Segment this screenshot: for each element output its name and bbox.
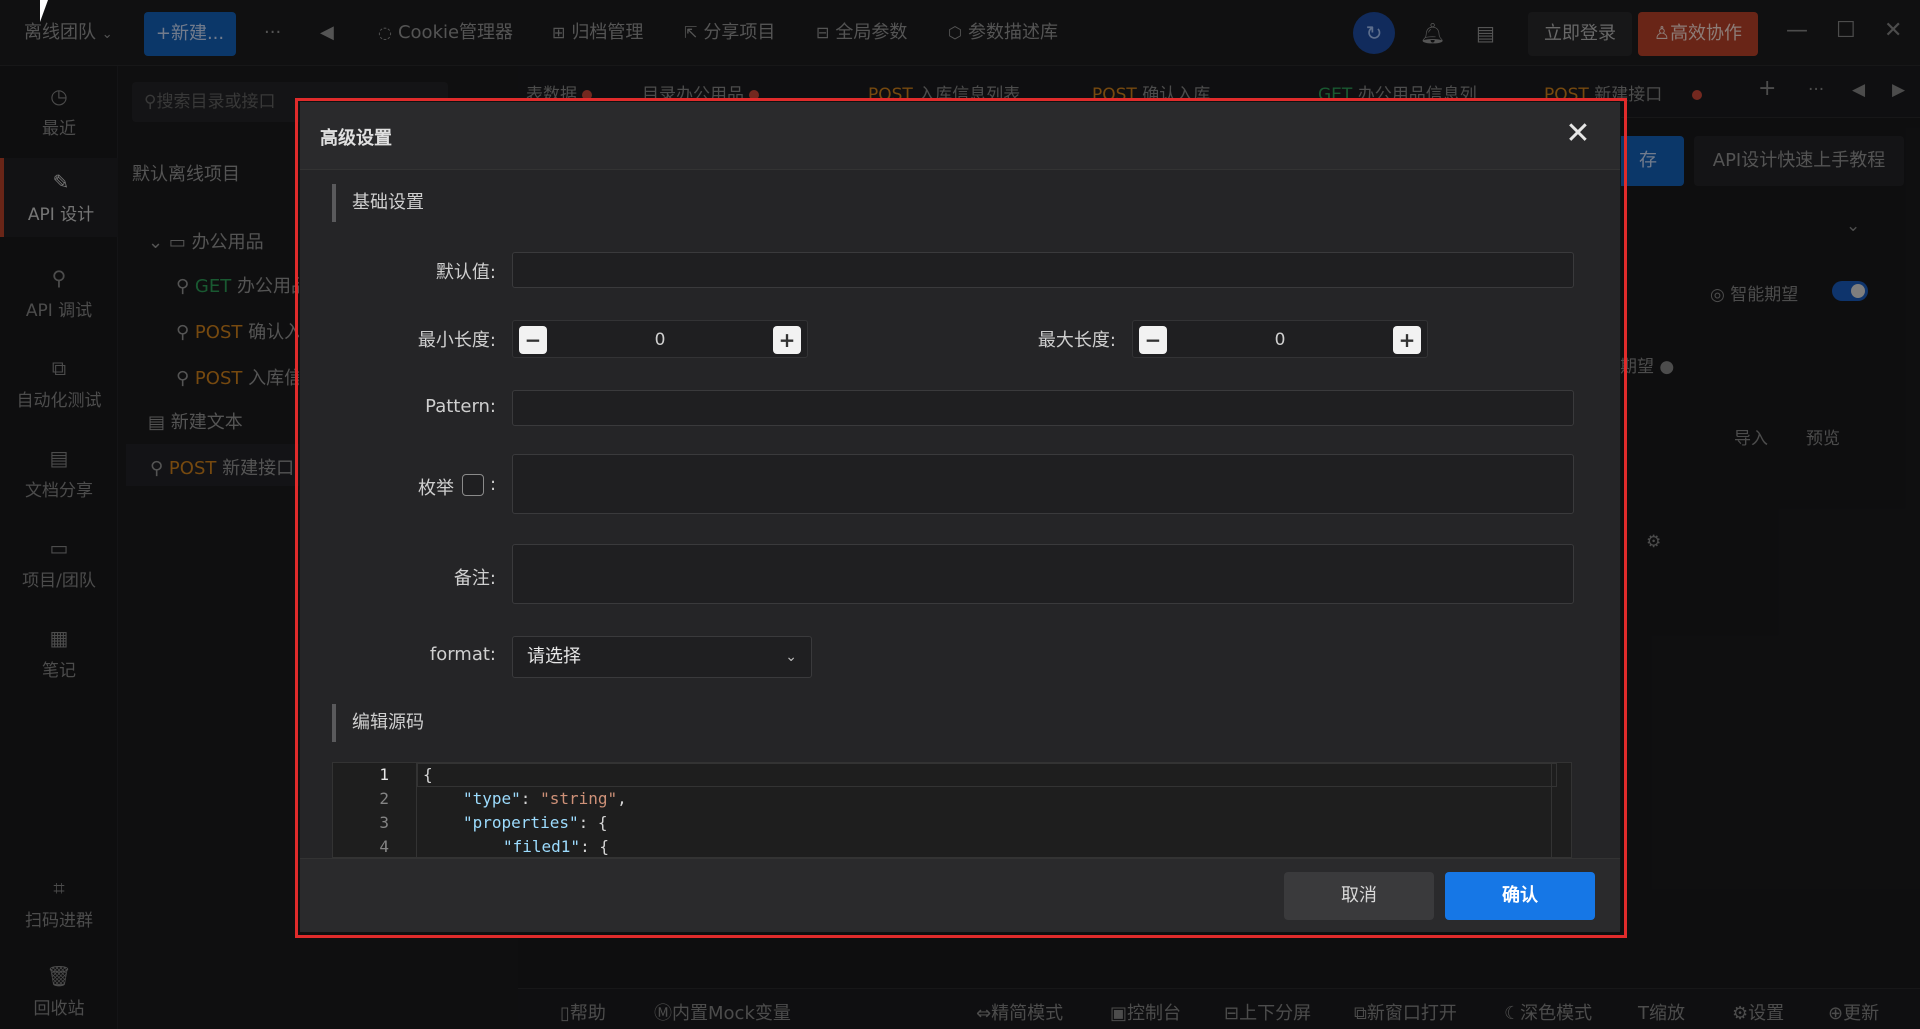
current-line-highlight [417,763,1557,787]
plus-icon[interactable]: + [773,326,801,354]
cancel-button[interactable]: 取消 [1284,872,1434,920]
code-line: "properties": { [463,813,608,832]
code-line: "filed1": { [503,837,609,856]
max-length-label: 最大长度: [1037,330,1116,351]
format-select-value: 请选择 [527,646,581,667]
default-value-label: 默认值: [435,262,496,283]
section-source: 编辑源码 [332,704,424,742]
default-value-input[interactable] [512,252,1574,288]
line-number: 4 [379,837,389,856]
confirm-button[interactable]: 确认 [1445,872,1595,920]
max-length-stepper[interactable]: − 0 + [1132,320,1428,358]
line-number: 1 [379,765,389,784]
enum-colon: : [490,474,497,495]
dialog-title: 高级设置 [320,128,392,149]
code-line: "type": "string", [463,789,627,808]
editor-gutter: 1 2 3 4 [333,763,417,857]
min-length-value[interactable]: 0 [553,321,767,359]
chevron-down-icon: ⌄ [785,649,797,665]
max-length-value[interactable]: 0 [1173,321,1387,359]
pattern-label: Pattern: [425,396,496,417]
code-line: { [423,765,433,784]
dialog-header: 高级设置 ✕ [300,102,1620,170]
remark-textarea[interactable] [512,544,1574,604]
editor-scrollbar[interactable] [1551,763,1571,857]
min-length-label: 最小长度: [417,330,496,351]
source-code-editor[interactable]: 1 2 3 4 { "type": "string", "properties"… [332,762,1572,858]
enum-checkbox[interactable] [462,474,484,496]
minus-icon[interactable]: − [519,326,547,354]
enum-label: 枚举 [418,478,454,499]
remark-label: 备注: [453,568,496,589]
min-length-stepper[interactable]: − 0 + [512,320,808,358]
advanced-settings-dialog: 高级设置 ✕ 基础设置 默认值: 最小长度: − 0 + 最大长度: − 0 +… [300,102,1620,932]
minus-icon[interactable]: − [1139,326,1167,354]
plus-icon[interactable]: + [1393,326,1421,354]
section-basic: 基础设置 [332,184,424,222]
enum-textarea[interactable] [512,454,1574,514]
dialog-footer: 取消 确认 [300,858,1620,932]
line-number: 3 [379,813,389,832]
pattern-input[interactable] [512,390,1574,426]
format-label: format: [429,644,496,665]
close-icon[interactable]: ✕ [1562,118,1594,150]
mouse-cursor-icon [40,0,56,22]
line-number: 2 [379,789,389,808]
format-select[interactable]: 请选择 ⌄ [512,636,812,678]
